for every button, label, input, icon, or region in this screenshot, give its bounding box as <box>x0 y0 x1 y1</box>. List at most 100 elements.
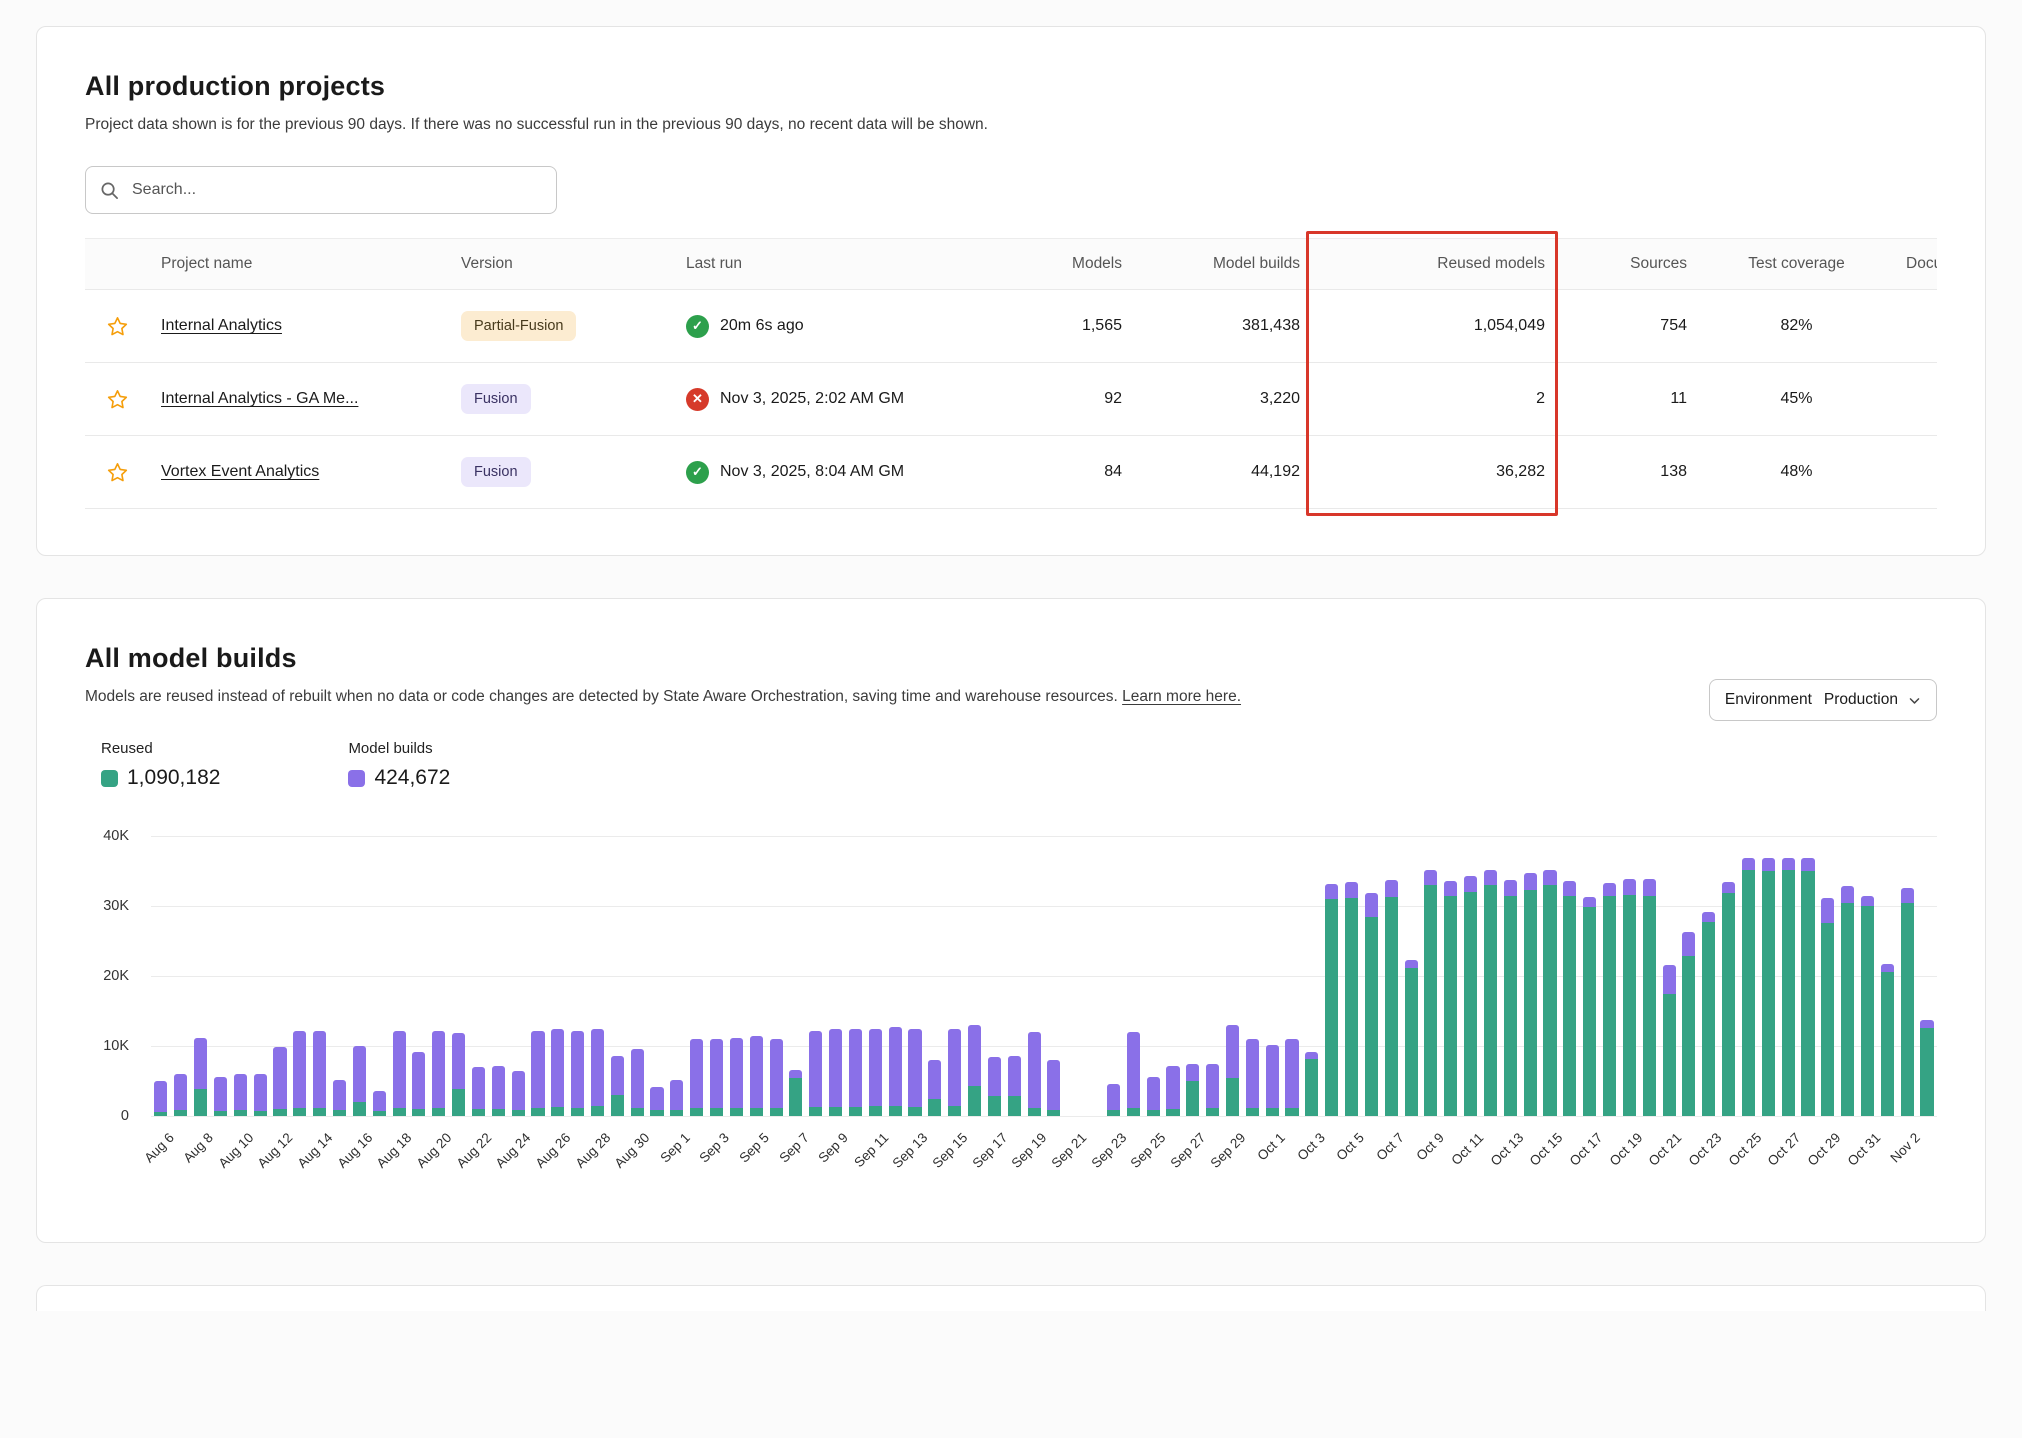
stacked-bar[interactable] <box>1305 1052 1318 1116</box>
search-input[interactable] <box>130 180 542 200</box>
stacked-bar[interactable] <box>1722 882 1735 1116</box>
stacked-bar[interactable] <box>1702 912 1715 1116</box>
stacked-bar[interactable] <box>631 1049 644 1116</box>
stacked-bar[interactable] <box>1008 1056 1021 1116</box>
stacked-bar[interactable] <box>273 1047 286 1116</box>
stacked-bar[interactable] <box>194 1038 207 1116</box>
stacked-bar[interactable] <box>611 1056 624 1116</box>
stacked-bar[interactable] <box>869 1029 882 1116</box>
stacked-bar[interactable] <box>1166 1066 1179 1116</box>
stacked-bar[interactable] <box>234 1074 247 1116</box>
learn-more-link[interactable]: Learn more here. <box>1122 688 1241 705</box>
environment-select[interactable]: Environment Production <box>1709 679 1937 721</box>
stacked-bar[interactable] <box>670 1080 683 1116</box>
search-box[interactable] <box>85 166 557 214</box>
reused-segment <box>432 1108 445 1116</box>
stacked-bar[interactable] <box>948 1029 961 1116</box>
stacked-bar[interactable] <box>1246 1039 1259 1116</box>
stacked-bar[interactable] <box>1623 879 1636 1116</box>
stacked-bar[interactable] <box>1504 880 1517 1116</box>
stacked-bar[interactable] <box>1444 881 1457 1116</box>
stacked-bar[interactable] <box>1524 873 1537 1116</box>
favorite-star-icon[interactable] <box>85 388 149 411</box>
stacked-bar[interactable] <box>889 1027 902 1116</box>
stacked-bar[interactable] <box>1901 888 1914 1116</box>
stacked-bar[interactable] <box>571 1031 584 1116</box>
stacked-bar[interactable] <box>254 1074 267 1116</box>
stacked-bar[interactable] <box>1206 1064 1219 1116</box>
project-link[interactable]: Internal Analytics <box>161 317 282 334</box>
stacked-bar[interactable] <box>1821 898 1834 1116</box>
stacked-bar[interactable] <box>770 1039 783 1116</box>
favorite-star-icon[interactable] <box>85 461 149 484</box>
stacked-bar[interactable] <box>531 1031 544 1116</box>
stacked-bar[interactable] <box>1920 1020 1933 1116</box>
stacked-bar[interactable] <box>1563 881 1576 1116</box>
stacked-bar[interactable] <box>373 1091 386 1116</box>
stacked-bar[interactable] <box>1881 964 1894 1116</box>
stacked-bar[interactable] <box>1782 858 1795 1116</box>
stacked-bar[interactable] <box>1861 896 1874 1117</box>
favorite-star-icon[interactable] <box>85 315 149 338</box>
stacked-bar[interactable] <box>353 1046 366 1116</box>
stacked-bar[interactable] <box>1841 886 1854 1116</box>
stacked-bar[interactable] <box>591 1029 604 1116</box>
stacked-bar[interactable] <box>710 1039 723 1116</box>
stacked-bar[interactable] <box>1762 858 1775 1116</box>
stacked-bar[interactable] <box>968 1025 981 1116</box>
stacked-bar[interactable] <box>551 1029 564 1116</box>
stacked-bar[interactable] <box>214 1077 227 1116</box>
stacked-bar[interactable] <box>1127 1032 1140 1116</box>
stacked-bar[interactable] <box>154 1081 167 1116</box>
stacked-bar[interactable] <box>690 1039 703 1116</box>
stacked-bar[interactable] <box>849 1029 862 1116</box>
stacked-bar[interactable] <box>1226 1025 1239 1116</box>
stacked-bar[interactable] <box>1603 883 1616 1116</box>
stacked-bar[interactable] <box>789 1070 802 1116</box>
stacked-bar[interactable] <box>412 1052 425 1116</box>
stacked-bar[interactable] <box>1385 880 1398 1116</box>
stacked-bar[interactable] <box>492 1066 505 1116</box>
stacked-bar[interactable] <box>750 1036 763 1116</box>
stacked-bar[interactable] <box>1801 858 1814 1116</box>
stacked-bar[interactable] <box>174 1074 187 1116</box>
stacked-bar[interactable] <box>730 1038 743 1116</box>
builds-segment <box>1246 1039 1259 1108</box>
project-link[interactable]: Vortex Event Analytics <box>161 463 319 480</box>
stacked-bar[interactable] <box>313 1031 326 1116</box>
stacked-bar[interactable] <box>988 1057 1001 1116</box>
stacked-bar[interactable] <box>1682 932 1695 1116</box>
stacked-bar[interactable] <box>393 1031 406 1116</box>
stacked-bar[interactable] <box>333 1080 346 1116</box>
stacked-bar[interactable] <box>809 1031 822 1116</box>
stacked-bar[interactable] <box>1663 965 1676 1116</box>
stacked-bar[interactable] <box>908 1029 921 1116</box>
stacked-bar[interactable] <box>1325 884 1338 1116</box>
stacked-bar[interactable] <box>1147 1077 1160 1116</box>
stacked-bar[interactable] <box>1484 870 1497 1116</box>
stacked-bar[interactable] <box>1028 1032 1041 1116</box>
stacked-bar[interactable] <box>1543 870 1556 1116</box>
stacked-bar[interactable] <box>1464 876 1477 1116</box>
stacked-bar[interactable] <box>650 1087 663 1116</box>
project-link[interactable]: Internal Analytics - GA Me... <box>161 390 358 407</box>
stacked-bar[interactable] <box>1107 1084 1120 1116</box>
stacked-bar[interactable] <box>512 1071 525 1116</box>
stacked-bar[interactable] <box>1424 870 1437 1116</box>
stacked-bar[interactable] <box>1583 897 1596 1116</box>
stacked-bar[interactable] <box>1047 1060 1060 1116</box>
stacked-bar[interactable] <box>1285 1039 1298 1116</box>
stacked-bar[interactable] <box>1405 960 1418 1116</box>
stacked-bar[interactable] <box>452 1033 465 1116</box>
stacked-bar[interactable] <box>1345 882 1358 1116</box>
stacked-bar[interactable] <box>432 1031 445 1116</box>
stacked-bar[interactable] <box>1643 879 1656 1116</box>
stacked-bar[interactable] <box>293 1031 306 1116</box>
stacked-bar[interactable] <box>829 1029 842 1116</box>
stacked-bar[interactable] <box>928 1060 941 1116</box>
stacked-bar[interactable] <box>1742 858 1755 1116</box>
stacked-bar[interactable] <box>1365 893 1378 1116</box>
stacked-bar[interactable] <box>1266 1045 1279 1116</box>
stacked-bar[interactable] <box>1186 1064 1199 1117</box>
stacked-bar[interactable] <box>472 1067 485 1116</box>
